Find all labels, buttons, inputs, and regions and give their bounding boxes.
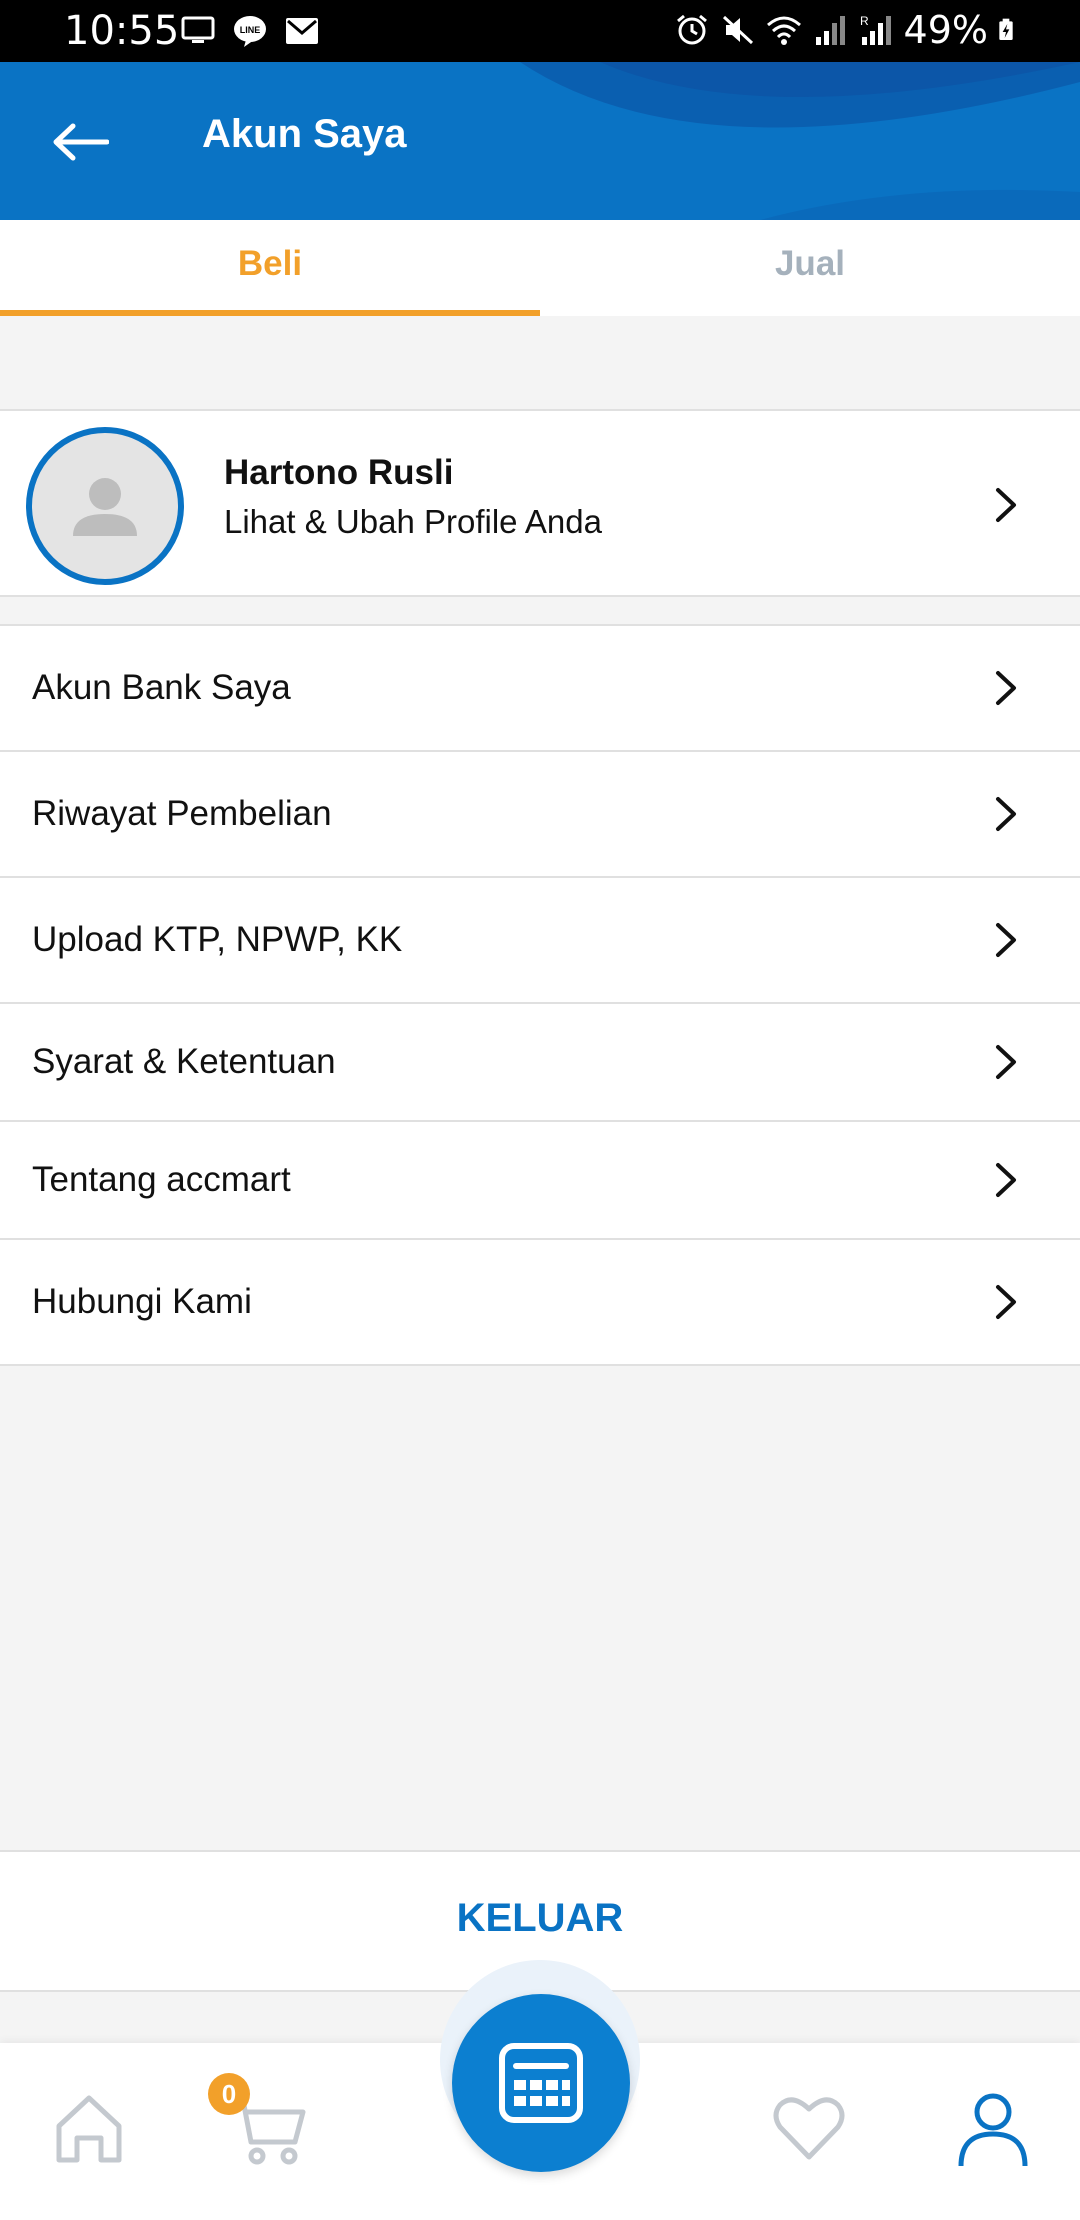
chevron-right-icon [996, 1285, 1016, 1319]
calculator-icon [499, 2043, 583, 2123]
wifi-icon [766, 16, 801, 45]
tab-jual[interactable]: Jual [540, 220, 1080, 316]
chevron-right-icon [996, 923, 1016, 957]
menu-list: Akun Bank Saya Riwayat Pembelian Upload … [0, 624, 1080, 1366]
user-placeholder-icon [73, 478, 137, 536]
chevron-right-icon [996, 1045, 1016, 1079]
menu-item-akun-bank[interactable]: Akun Bank Saya [0, 626, 1080, 752]
alarm-icon [676, 14, 707, 45]
svg-text:R: R [860, 14, 869, 28]
arrow-left-icon [53, 123, 109, 161]
avatar [26, 427, 184, 585]
line-icon: LINE [234, 16, 266, 47]
mute-icon [722, 15, 753, 45]
signal-icon [815, 16, 845, 45]
menu-item-label: Tentang accmart [32, 1160, 291, 1199]
app-header: Akun Saya [0, 62, 1080, 220]
tab-jual-label: Jual [774, 244, 846, 283]
page-title: Akun Saya [202, 112, 407, 156]
chevron-right-icon [996, 1163, 1016, 1197]
menu-item-riwayat-pembelian[interactable]: Riwayat Pembelian [0, 752, 1080, 878]
cart-count-badge: 0 [208, 2073, 250, 2115]
mail-icon [286, 18, 318, 44]
chevron-right-icon [996, 797, 1016, 831]
menu-item-upload-dokumen[interactable]: Upload KTP, NPWP, KK [0, 878, 1080, 1004]
user-icon [958, 2093, 1028, 2167]
tab-beli[interactable]: Beli [0, 220, 540, 316]
battery-percent: 49% [903, 8, 988, 52]
status-time: 10:55 [64, 8, 180, 54]
signal-roaming-icon: R [860, 14, 891, 45]
svg-text:LINE: LINE [240, 25, 261, 35]
screen-icon [181, 16, 215, 43]
nav-home[interactable] [44, 2083, 134, 2173]
calculator-fab-button[interactable] [452, 1994, 630, 2172]
menu-item-label: Hubungi Kami [32, 1282, 252, 1321]
nav-wishlist[interactable] [764, 2083, 854, 2173]
tab-beli-label: Beli [237, 244, 303, 283]
menu-item-tentang[interactable]: Tentang accmart [0, 1122, 1080, 1240]
menu-item-hubungi-kami[interactable]: Hubungi Kami [0, 1240, 1080, 1366]
tab-bar: Beli Jual [0, 220, 1080, 316]
chevron-right-icon [996, 488, 1016, 522]
battery-charging-icon [999, 18, 1013, 40]
header-wave-decoration [520, 62, 1080, 220]
chevron-right-icon [996, 671, 1016, 705]
menu-item-label: Upload KTP, NPWP, KK [32, 920, 403, 959]
menu-item-label: Akun Bank Saya [32, 668, 291, 707]
logout-button[interactable]: KELUAR [457, 1896, 624, 1941]
menu-item-label: Syarat & Ketentuan [32, 1042, 336, 1081]
menu-item-label: Riwayat Pembelian [32, 794, 332, 833]
active-tab-indicator [0, 310, 540, 316]
profile-row[interactable]: Hartono Rusli Lihat & Ubah Profile Anda [0, 409, 1080, 597]
menu-item-syarat-ketentuan[interactable]: Syarat & Ketentuan [0, 1004, 1080, 1122]
home-icon [56, 2095, 122, 2163]
back-button[interactable] [48, 110, 112, 174]
nav-account[interactable] [948, 2083, 1038, 2173]
heart-icon [773, 2097, 845, 2160]
profile-name: Hartono Rusli [224, 453, 454, 492]
status-bar: 10:55 LINE R 49% [0, 0, 1080, 62]
profile-subtitle: Lihat & Ubah Profile Anda [224, 503, 602, 540]
